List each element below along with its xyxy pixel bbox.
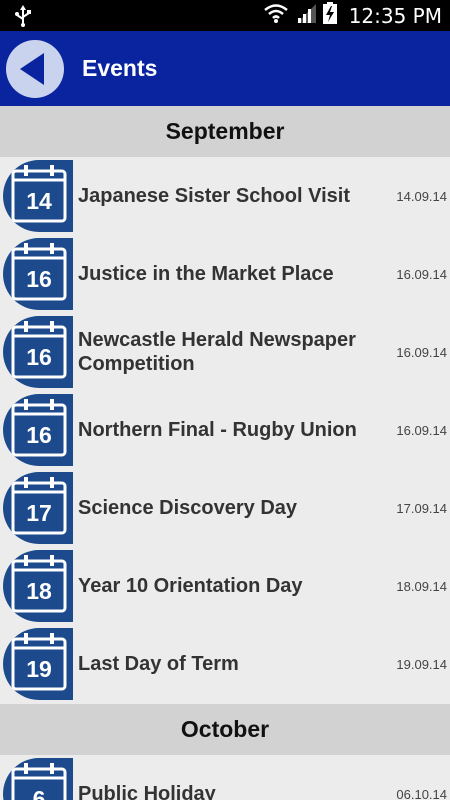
section-header-september: September: [0, 106, 450, 157]
page-title: Events: [82, 55, 158, 81]
svg-text:17: 17: [26, 500, 52, 526]
calendar-icon: 19: [3, 628, 73, 700]
event-row[interactable]: 16 Justice in the Market Place 16.09.14: [0, 235, 450, 313]
event-title: Last Day of Term: [78, 653, 239, 675]
calendar-icon: 14: [3, 160, 73, 232]
wifi-icon: [263, 2, 289, 29]
back-button[interactable]: [6, 40, 64, 98]
status-bar: 12:35 PM: [0, 0, 450, 31]
event-title: Science Discovery Day: [78, 497, 298, 519]
event-row[interactable]: 6 Public Holiday 06.10.14: [0, 755, 450, 800]
svg-text:14: 14: [26, 188, 52, 214]
event-title: Northern Final - Rugby Union: [78, 419, 357, 441]
battery-charging-icon: [322, 2, 337, 29]
signal-icon: [295, 2, 317, 29]
event-date: 16.09.14: [396, 422, 447, 438]
calendar-icon: 18: [3, 550, 73, 622]
events-list[interactable]: September 14 Japanese Sister School Visi…: [0, 106, 450, 800]
svg-text:19: 19: [26, 656, 52, 682]
event-row[interactable]: 18 Year 10 Orientation Day 18.09.14: [0, 547, 450, 625]
calendar-icon: 16: [3, 394, 73, 466]
event-row[interactable]: 17 Science Discovery Day 17.09.14: [0, 469, 450, 547]
app-bar: Events: [0, 31, 450, 106]
calendar-icon: 16: [3, 316, 73, 388]
event-date: 16.09.14: [396, 266, 447, 282]
svg-text:6: 6: [33, 786, 46, 800]
clock-time: 12:35 PM: [348, 3, 442, 28]
usb-icon: [14, 5, 32, 32]
calendar-icon: 17: [3, 472, 73, 544]
calendar-icon: 6: [3, 758, 73, 800]
event-row[interactable]: 16 Newcastle Herald Newspaper Competitio…: [0, 313, 450, 391]
svg-text:16: 16: [26, 344, 52, 370]
calendar-icon: 16: [3, 238, 73, 310]
event-date: 19.09.14: [396, 656, 447, 672]
event-title: Public Holiday: [78, 783, 216, 800]
event-date: 06.10.14: [396, 786, 447, 800]
svg-text:16: 16: [26, 422, 52, 448]
event-date: 14.09.14: [396, 188, 447, 204]
event-title: Newcastle Herald Newspaper Competition: [78, 329, 356, 375]
event-title: Justice in the Market Place: [78, 263, 334, 285]
section-header-october: October: [0, 704, 450, 755]
event-row[interactable]: 16 Northern Final - Rugby Union 16.09.14: [0, 391, 450, 469]
event-date: 16.09.14: [396, 344, 447, 360]
event-title: Year 10 Orientation Day: [78, 575, 303, 597]
svg-text:18: 18: [26, 578, 52, 604]
event-row[interactable]: 19 Last Day of Term 19.09.14: [0, 625, 450, 703]
event-row[interactable]: 14 Japanese Sister School Visit 14.09.14: [0, 157, 450, 235]
svg-text:16: 16: [26, 266, 52, 292]
event-date: 18.09.14: [396, 578, 447, 594]
event-title: Japanese Sister School Visit: [78, 185, 350, 207]
event-date: 17.09.14: [396, 500, 447, 516]
back-arrow-icon: [20, 53, 44, 85]
